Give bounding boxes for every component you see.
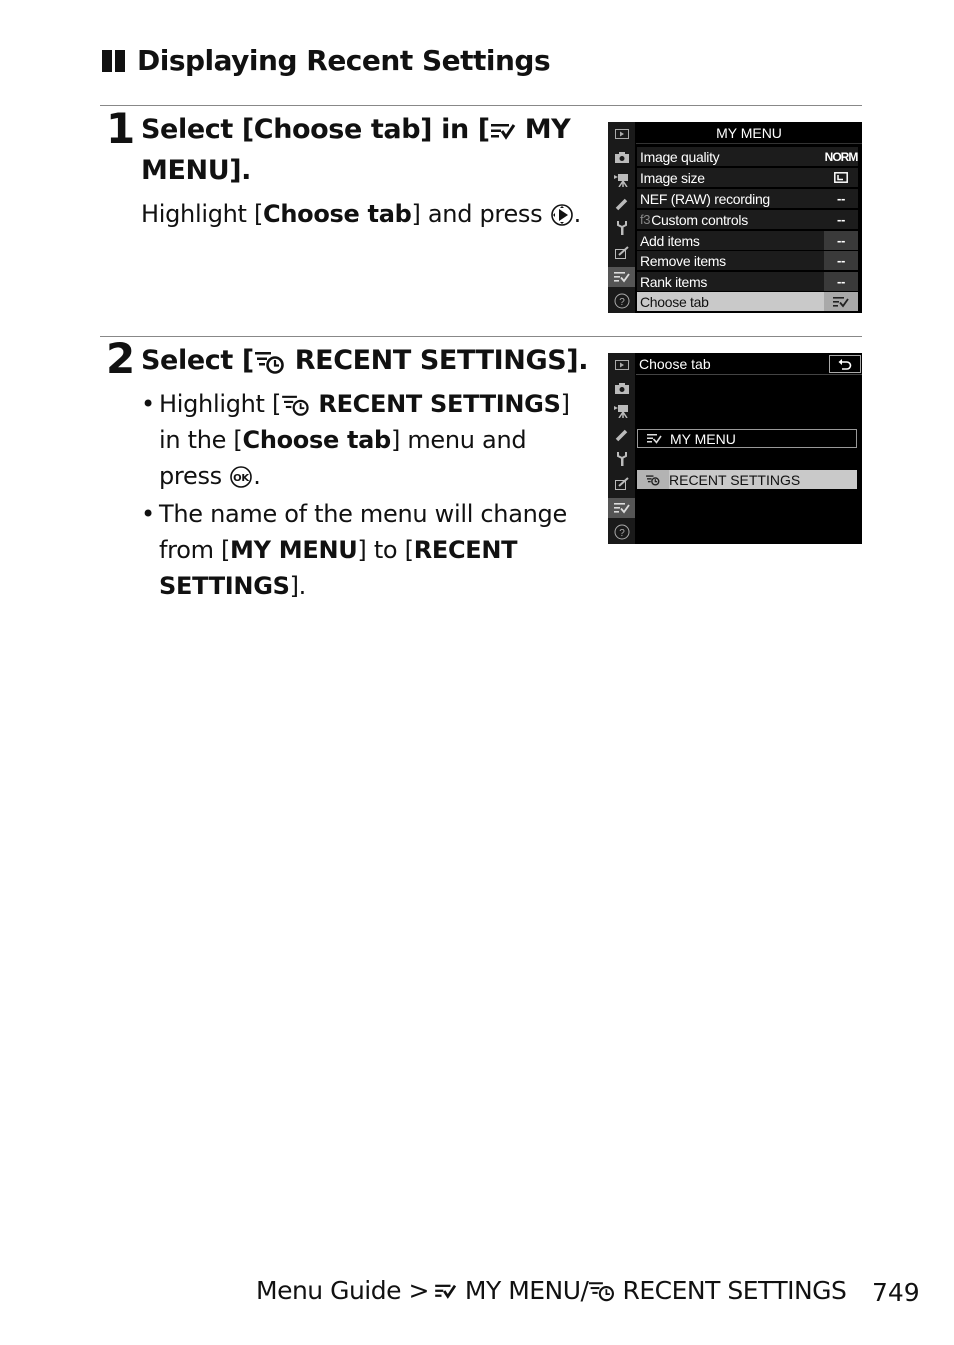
step-body: Highlight [Choose tab] and press .: [141, 196, 591, 232]
recent-settings-icon: [589, 1281, 615, 1301]
body-text: ].: [289, 572, 307, 600]
row-value: --: [836, 191, 846, 206]
body-bold: MY MENU: [230, 536, 358, 564]
image-size-large-icon: [824, 168, 858, 187]
row-value: --: [824, 251, 858, 270]
body-bold: RECENT SETTINGS: [318, 390, 561, 418]
menu-tabs-sidebar: ?: [608, 353, 635, 544]
body-text: Highlight [: [141, 200, 264, 228]
screen-title: Choose tab: [639, 356, 711, 372]
step-title-text: Select [Choose tab] in [: [141, 114, 490, 145]
option-label: MY MENU: [670, 430, 736, 447]
bullet-item: The name of the menu will change from [M…: [141, 496, 596, 604]
retouch-icon[interactable]: [608, 473, 635, 493]
help-icon[interactable]: ?: [608, 291, 635, 311]
step-title: Select [ RECENT SETTINGS].: [141, 340, 601, 381]
multi-selector-right-icon: [550, 204, 573, 226]
step-body: Highlight [ RECENT SETTINGS] in the [Cho…: [141, 386, 596, 604]
row-value: --: [824, 231, 858, 250]
step-title-text: Select [: [141, 345, 254, 376]
my-menu-icon[interactable]: [608, 267, 635, 287]
row-value: NORM: [824, 149, 859, 164]
recent-settings-icon: [254, 351, 284, 374]
svg-text:OK: OK: [233, 473, 250, 484]
breadcrumb-text: Menu Guide >: [256, 1276, 429, 1305]
step-number: 1: [106, 104, 136, 153]
breadcrumb-text: MY MENU/: [464, 1276, 589, 1305]
row-label: Rank items: [640, 273, 708, 290]
menu-row-nef-raw-recording[interactable]: NEF (RAW) recording --: [637, 189, 858, 208]
recent-settings-icon: [282, 395, 309, 416]
camera-icon[interactable]: [608, 378, 635, 398]
menu-row-remove-items[interactable]: Remove items --: [637, 251, 858, 270]
my-menu-icon[interactable]: [608, 498, 635, 518]
row-label: Image size: [640, 169, 705, 186]
row-value: --: [824, 272, 858, 291]
menu-row-rank-items[interactable]: Rank items --: [637, 272, 858, 291]
movie-icon[interactable]: [608, 170, 635, 190]
pencil-icon[interactable]: [608, 425, 635, 445]
camera-screen-choose-tab: ? Choose tab MY MENU RECENT SETTINGS: [608, 353, 862, 544]
footer-breadcrumb: Menu Guide > MY MENU/ RECENT SETTINGS: [256, 1276, 847, 1305]
wrench-icon[interactable]: [608, 449, 635, 469]
screen-title: MY MENU: [636, 122, 862, 144]
wrench-icon[interactable]: [608, 218, 635, 238]
divider: [100, 105, 862, 106]
playback-icon[interactable]: [608, 355, 635, 375]
menu-row-choose-tab[interactable]: Choose tab: [637, 292, 858, 311]
svg-text:?: ?: [619, 528, 625, 539]
back-icon[interactable]: [829, 355, 861, 373]
row-label: Image quality: [640, 148, 720, 165]
option-my-menu[interactable]: MY MENU: [637, 429, 857, 448]
my-menu-icon: [638, 433, 670, 444]
retouch-icon[interactable]: [608, 242, 635, 262]
body-bold: Choose tab: [263, 200, 412, 228]
menu-row-image-size[interactable]: Image size: [637, 168, 858, 187]
svg-text:?: ?: [619, 297, 625, 308]
divider: [100, 336, 862, 337]
section-heading: Displaying Recent Settings: [102, 44, 551, 77]
screen-header: Choose tab: [636, 353, 862, 375]
menu-row-image-quality[interactable]: Image quality NORM: [637, 147, 858, 166]
row-label: Add items: [640, 232, 700, 249]
my-menu-icon: [435, 1284, 457, 1299]
body-text: .: [253, 462, 261, 490]
step-title: Select [Choose tab] in [ MY MENU].: [141, 109, 581, 191]
section-title-text: Displaying Recent Settings: [137, 44, 551, 77]
step-title-text: RECENT SETTINGS].: [285, 345, 589, 376]
pencil-icon[interactable]: [608, 194, 635, 214]
bullet-item: Highlight [ RECENT SETTINGS] in the [Cho…: [141, 386, 596, 494]
body-text: .: [573, 200, 582, 228]
breadcrumb-text: RECENT SETTINGS: [622, 1276, 847, 1305]
menu-row-add-items[interactable]: Add items --: [637, 231, 858, 250]
row-label: NEF (RAW) recording: [640, 190, 770, 207]
row-label: Remove items: [640, 252, 726, 269]
step-number: 2: [106, 334, 136, 383]
ok-button-icon: OK: [230, 466, 252, 488]
playback-icon[interactable]: [608, 124, 635, 144]
movie-icon[interactable]: [608, 401, 635, 421]
camera-icon[interactable]: [608, 147, 635, 167]
body-text: Highlight [: [159, 390, 282, 418]
page-number: 749: [872, 1278, 920, 1307]
row-label: Choose tab: [640, 293, 709, 310]
row-label: Custom controls: [651, 211, 748, 228]
section-marker-icon: [102, 49, 125, 72]
option-label: RECENT SETTINGS: [669, 471, 801, 488]
camera-screen-my-menu: ? MY MENU Image quality NORM Image size …: [608, 122, 862, 313]
recent-settings-icon: [637, 470, 669, 489]
menu-tabs-sidebar: ?: [608, 122, 635, 313]
my-menu-icon: [824, 292, 858, 311]
my-menu-icon: [490, 123, 515, 140]
help-icon[interactable]: ?: [608, 522, 635, 542]
body-bold: Choose tab: [242, 426, 392, 454]
row-value: --: [836, 212, 846, 227]
body-text: ] to [: [357, 536, 414, 564]
menu-row-custom-controls[interactable]: f3 Custom controls --: [637, 210, 858, 229]
option-recent-settings[interactable]: RECENT SETTINGS: [637, 470, 857, 489]
body-text: ] and press: [411, 200, 550, 228]
row-prefix: f3: [640, 212, 651, 227]
